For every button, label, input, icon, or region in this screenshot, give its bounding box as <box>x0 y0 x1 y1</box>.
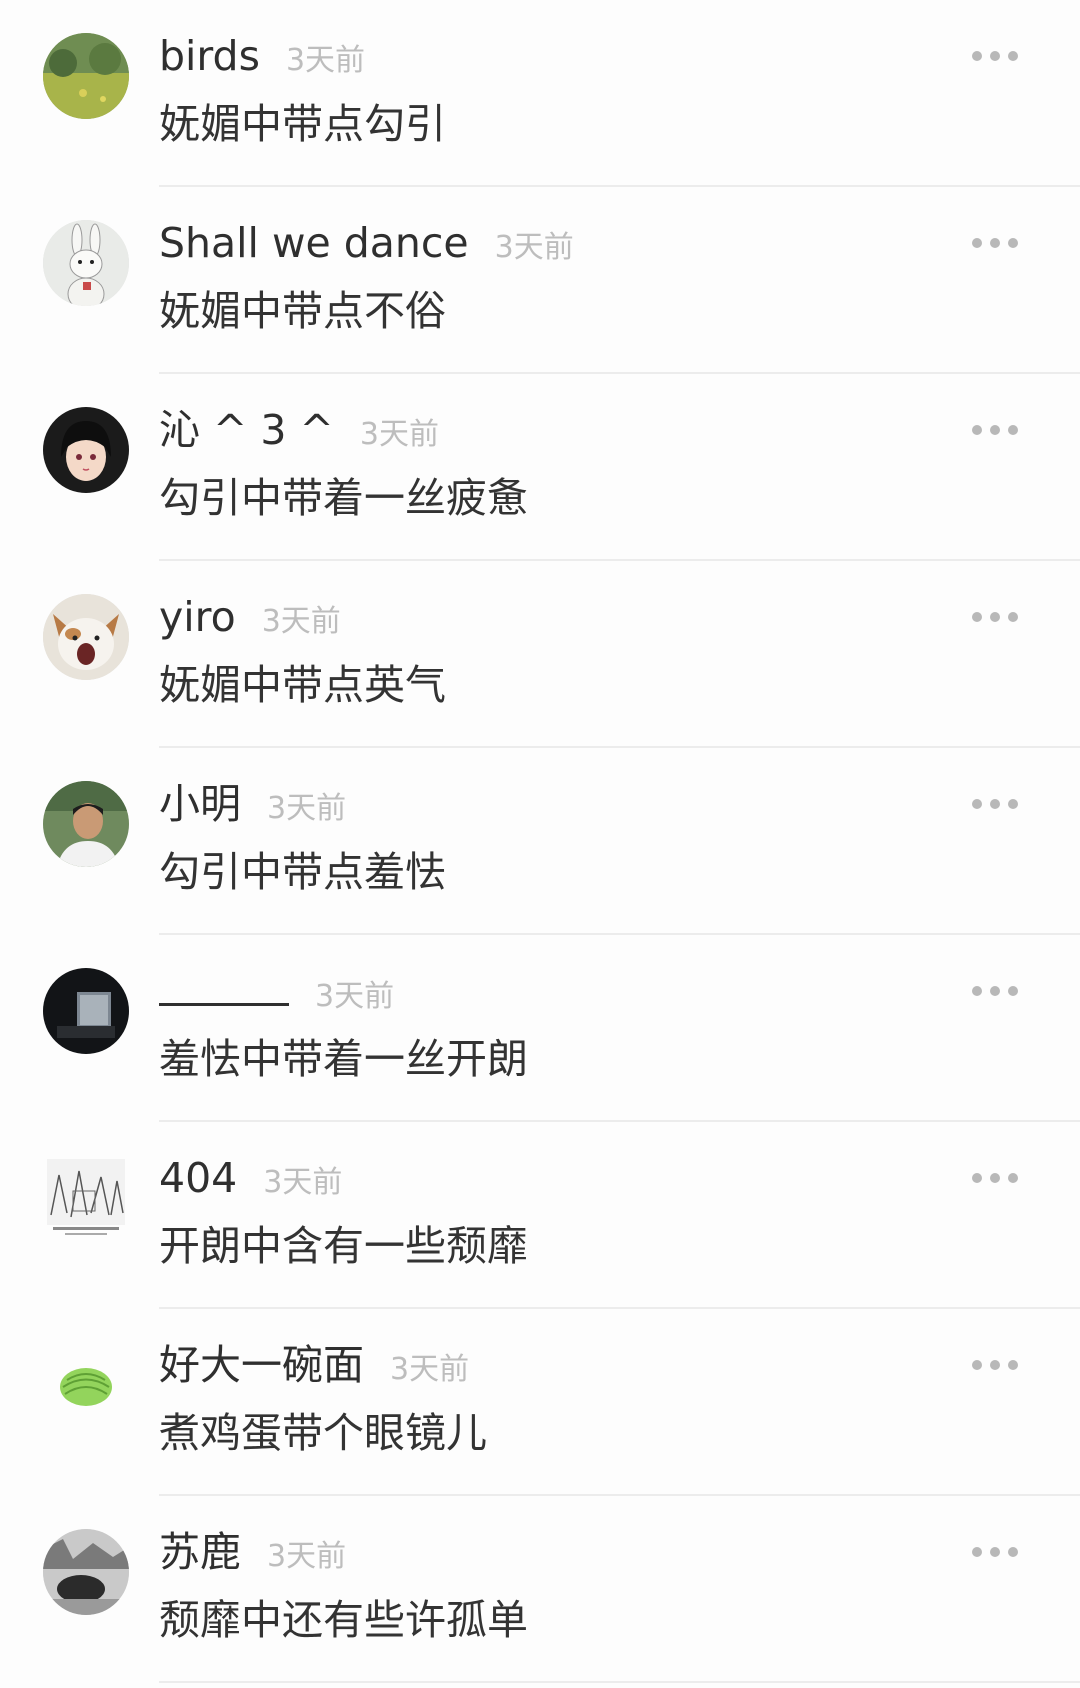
more-dots-icon[interactable] <box>972 50 1018 62</box>
avatar[interactable] <box>43 1529 129 1615</box>
more-dots-icon[interactable] <box>972 985 1018 997</box>
comment-item: 沁 ^ 3 ^ 3天前 勾引中带着一丝疲惫 <box>0 374 1080 561</box>
more-dots-icon[interactable] <box>972 798 1018 810</box>
avatar[interactable] <box>43 594 129 680</box>
boy-photo-avatar <box>43 781 129 867</box>
comment-text: 羞怯中带着一丝开朗 <box>159 1035 528 1083</box>
comment-item: 404 3天前 开朗中含有一些颓靡 <box>0 1122 1080 1309</box>
comment-item: birds 3天前 妩媚中带点勾引 <box>0 0 1080 187</box>
comment-header: yiro 3天前 <box>159 589 341 650</box>
comment-list: birds 3天前 妩媚中带点勾引 Shall we dance 3天前 妩媚中… <box>0 0 1080 1683</box>
more-dots-icon[interactable] <box>972 611 1018 623</box>
timestamp: 3天前 <box>494 230 574 265</box>
username[interactable]: 好大一碗面 <box>159 1337 364 1393</box>
comment-text: 勾引中带着一丝疲惫 <box>159 474 528 522</box>
comment-text: 颓靡中还有些许孤单 <box>159 1596 528 1644</box>
username[interactable] <box>159 963 289 1006</box>
username[interactable]: 小明 <box>159 776 241 832</box>
comic-sketch-avatar <box>47 1159 125 1235</box>
timestamp: 3天前 <box>285 43 366 78</box>
comment-item: 苏鹿 3天前 颓靡中还有些许孤单 <box>0 1496 1080 1683</box>
username[interactable]: birds <box>159 28 260 84</box>
more-dots-icon[interactable] <box>972 1546 1018 1558</box>
username[interactable]: 404 <box>159 1150 237 1206</box>
comment-header: 苏鹿 3天前 <box>159 1524 346 1585</box>
comment-header: 沁 ^ 3 ^ 3天前 <box>159 402 439 463</box>
comment-item: yiro 3天前 妩媚中带点英气 <box>0 561 1080 748</box>
comment-text: 开朗中含有一些颓靡 <box>159 1222 528 1270</box>
comment-header: 小明 3天前 <box>159 776 346 837</box>
avatar[interactable] <box>43 1155 129 1241</box>
dark-window-avatar <box>43 968 129 1054</box>
comment-header: Shall we dance 3天前 <box>159 215 574 276</box>
avatar[interactable] <box>43 781 129 867</box>
timestamp: 3天前 <box>263 1165 343 1200</box>
comment-item: 3天前 羞怯中带着一丝开朗 <box>0 935 1080 1122</box>
green-melon-avatar <box>43 1342 129 1428</box>
comment-header: birds 3天前 <box>159 28 365 89</box>
username[interactable]: yiro <box>159 589 236 645</box>
comment-header: 404 3天前 <box>159 1150 342 1211</box>
timestamp: 3天前 <box>267 1539 347 1574</box>
comment-header: 3天前 <box>159 963 394 1025</box>
anime-girl-avatar <box>43 407 129 493</box>
avatar[interactable] <box>43 407 129 493</box>
comment-item: 小明 3天前 勾引中带点羞怯 <box>0 748 1080 935</box>
username[interactable]: 沁 ^ 3 ^ <box>159 402 334 458</box>
avatar[interactable] <box>43 220 129 306</box>
more-dots-icon[interactable] <box>972 1172 1018 1184</box>
username[interactable]: Shall we dance <box>159 215 469 271</box>
comment-text: 妩媚中带点英气 <box>159 661 446 709</box>
meadow-photo-avatar <box>43 33 129 119</box>
comment-text: 妩媚中带点不俗 <box>159 287 446 335</box>
monochrome-photo-avatar <box>43 1529 129 1615</box>
screaming-cat-avatar <box>43 594 129 680</box>
comment-text: 勾引中带点羞怯 <box>159 848 446 896</box>
avatar[interactable] <box>43 1342 129 1428</box>
avatar[interactable] <box>43 33 129 119</box>
timestamp: 3天前 <box>315 979 395 1014</box>
rabbit-illustration-avatar <box>43 220 129 306</box>
timestamp: 3天前 <box>267 791 347 826</box>
username[interactable]: 苏鹿 <box>159 1524 241 1580</box>
more-dots-icon[interactable] <box>972 237 1018 249</box>
timestamp: 3天前 <box>359 417 439 452</box>
more-dots-icon[interactable] <box>972 1359 1018 1371</box>
more-dots-icon[interactable] <box>972 424 1018 436</box>
comment-item: 好大一碗面 3天前 煮鸡蛋带个眼镜儿 <box>0 1309 1080 1496</box>
timestamp: 3天前 <box>390 1352 470 1387</box>
comment-item: Shall we dance 3天前 妩媚中带点不俗 <box>0 187 1080 374</box>
timestamp: 3天前 <box>261 604 341 639</box>
comment-text: 煮鸡蛋带个眼镜儿 <box>159 1409 487 1457</box>
avatar[interactable] <box>43 968 129 1054</box>
comment-text: 妩媚中带点勾引 <box>159 100 446 148</box>
comment-header: 好大一碗面 3天前 <box>159 1337 469 1398</box>
